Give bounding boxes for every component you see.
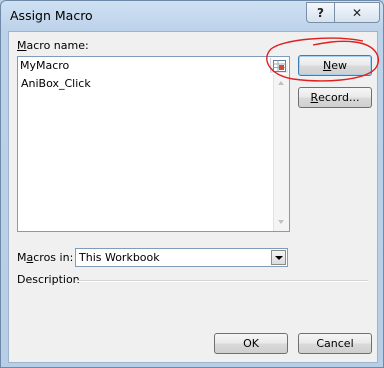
macro-name-label: Macro name: [17,39,89,52]
dialog-body: Macro name: AniBox_Click New [8,31,378,363]
description-divider [77,280,368,282]
record-button[interactable]: Record... [298,87,372,108]
macros-in-label: Macros in: [17,251,74,264]
macro-name-input[interactable] [20,58,260,73]
macros-in-select[interactable]: This Workbook [75,248,288,267]
help-button[interactable]: ? [306,2,335,23]
scroll-up-icon[interactable] [278,81,284,85]
macro-name-field[interactable] [17,56,290,76]
close-icon: ✕ [351,5,363,20]
description-label: Description [17,273,80,286]
dropdown-arrow-icon [275,256,283,260]
dialog-window: Assign Macro ? ✕ Macro name: AniBox_Clic… [0,0,384,368]
list-item[interactable]: AniBox_Click [21,77,91,90]
close-button[interactable]: ✕ [334,2,380,23]
list-scrollbar[interactable] [273,74,289,231]
scroll-down-icon[interactable] [278,220,284,224]
window-title: Assign Macro [10,8,93,23]
cancel-button[interactable]: Cancel [298,333,372,354]
macros-in-value: This Workbook [79,251,160,264]
ok-button[interactable]: OK [214,333,288,354]
new-button[interactable]: New [298,55,372,76]
macro-list[interactable]: AniBox_Click [17,74,290,232]
dropdown-button[interactable] [271,250,286,265]
range-selector-icon [273,59,286,72]
help-icon: ? [317,5,324,20]
range-selector-button[interactable] [270,58,288,73]
